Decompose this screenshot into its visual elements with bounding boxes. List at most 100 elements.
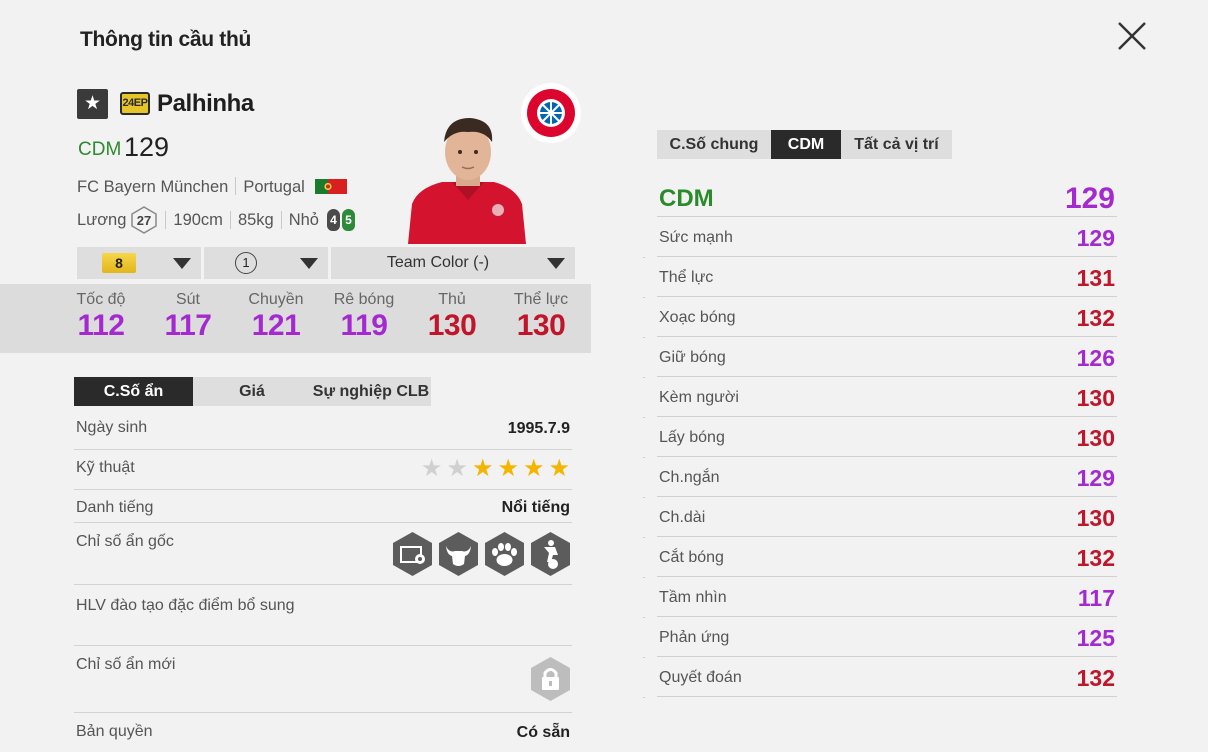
stat-value: 129: [1076, 225, 1115, 251]
divider: [643, 617, 645, 618]
divider: [643, 657, 645, 658]
divider: [643, 417, 645, 418]
tab-price[interactable]: Giá: [193, 377, 311, 406]
player-ovr: 129: [124, 132, 170, 162]
star-icon: ★: [522, 455, 545, 482]
weak-foot-icon: 4: [327, 209, 340, 231]
club-nation-line: FC Bayern München Portugal: [77, 177, 348, 197]
main-stat: Rê bóng 119: [333, 291, 395, 342]
position-stat-row: Tầm nhìn 117: [657, 577, 1117, 617]
position-stat-row: Quyết đoán 132: [657, 657, 1117, 697]
stat-value: 130: [1076, 425, 1115, 451]
position-stat-row: Lấy bóng 130: [657, 417, 1117, 457]
stat-label: Tầm nhìn: [659, 589, 727, 606]
divider: [643, 337, 645, 338]
divider: [643, 697, 645, 698]
position-overall-row: CDM 129: [657, 178, 1117, 217]
club-logo-icon: [521, 83, 581, 143]
stat-label: Ch.dài: [659, 509, 706, 526]
star-icon: ★: [497, 455, 519, 482]
star-icon: ★: [446, 455, 468, 482]
chevron-down-icon: [300, 258, 318, 269]
stat-label: Kèm người: [659, 389, 739, 406]
info-row-new-hidden: Chỉ số ẩn mới: [74, 646, 572, 713]
star-icon: ★: [548, 455, 570, 482]
position-stat-row: Kèm người 130: [657, 377, 1117, 417]
weight-value: 85kg: [237, 210, 274, 229]
divider: [643, 497, 645, 498]
info-row-birth: Ngày sinh 1995.7.9: [74, 416, 572, 450]
player-ball-icon[interactable]: [529, 531, 572, 577]
lock-icon: [531, 657, 570, 701]
paw-icon[interactable]: [483, 531, 526, 577]
divider: [643, 297, 645, 298]
divider: [643, 457, 645, 458]
position-stat-row: Giữ bóng 126: [657, 337, 1117, 377]
salary-badge: 27: [131, 206, 158, 234]
star-icon: ★: [420, 455, 443, 482]
count-dropdown[interactable]: 1: [204, 247, 328, 279]
main-stat: Tốc độ 112: [76, 291, 126, 342]
tab-hidden-stats[interactable]: C.Số ẩn: [74, 377, 193, 406]
main-stat: Chuyền 121: [248, 291, 304, 342]
position-stat-row: Sức mạnh 129: [657, 217, 1117, 257]
tab-general-stats[interactable]: C.Số chung: [657, 130, 771, 159]
club-name: FC Bayern München: [77, 178, 229, 196]
stat-value: 126: [1076, 345, 1115, 371]
divider: [643, 537, 645, 538]
stat-label: Phản ứng: [659, 629, 730, 646]
divider: [643, 577, 645, 578]
season-badge: 24EP: [120, 92, 150, 115]
stat-value: 117: [1077, 585, 1115, 611]
skill-stars: ★ ★ ★ ★ ★ ★: [421, 457, 570, 481]
info-row-reputation: Danh tiếng Nổi tiếng: [74, 490, 572, 523]
favorite-star-icon[interactable]: ★: [77, 89, 108, 119]
stat-value: 129: [1076, 465, 1115, 491]
position-stat-row: Cắt bóng 132: [657, 537, 1117, 577]
player-portrait: [408, 118, 526, 244]
team-color-dropdown[interactable]: Team Color (-): [331, 247, 575, 279]
position-stat-row: Thể lực 131: [657, 257, 1117, 297]
goalkeeper-net-icon[interactable]: [391, 531, 434, 577]
player-position: CDM: [78, 139, 122, 160]
position-stat-row: Phản ứng 125: [657, 617, 1117, 657]
info-row-hidden: Chỉ số ẩn gốc: [74, 523, 572, 585]
height-value: 190cm: [173, 210, 223, 229]
info-tabs: C.Số ẩn Giá Sự nghiệp CLB: [74, 377, 431, 406]
page-title: Thông tin cầu thủ: [80, 28, 252, 51]
upgrade-level-dropdown[interactable]: 8: [77, 247, 201, 279]
nation-name: Portugal: [243, 178, 305, 196]
salary-label: Lương: [77, 210, 127, 229]
tab-all-positions[interactable]: Tất cả vị trí: [841, 130, 952, 159]
info-row-skill: Kỹ thuật ★ ★ ★ ★ ★ ★: [74, 450, 572, 490]
divider: [643, 257, 645, 258]
chevron-down-icon: [547, 258, 565, 269]
info-row-coach: HLV đào tạo đặc điểm bổ sung: [74, 585, 572, 646]
main-stat: Thủ 130: [427, 291, 477, 342]
stat-label: Quyết đoán: [659, 669, 742, 686]
stat-label: Thể lực: [659, 269, 714, 286]
stat-value: 132: [1076, 305, 1115, 331]
main-stats-band: Tốc độ 112 Sút 117 Chuyền 121 Rê bóng 119 Th…: [0, 284, 591, 353]
stat-value: 132: [1076, 665, 1115, 691]
tab-position-cdm[interactable]: CDM: [771, 130, 841, 159]
main-stat: Sút 117: [164, 291, 212, 342]
svg-text:27: 27: [137, 213, 151, 228]
stat-value: 130: [1076, 385, 1115, 411]
bull-icon[interactable]: [437, 531, 480, 577]
position-stat-row: Ch.dài 130: [657, 497, 1117, 537]
star-icon: ★: [471, 455, 494, 482]
count-badge: 1: [235, 252, 257, 274]
upgrade-level-badge: 8: [102, 253, 136, 273]
close-icon[interactable]: [1114, 18, 1150, 54]
stat-label: Ch.ngắn: [659, 469, 720, 486]
stat-value: 125: [1076, 625, 1115, 651]
position-tabs: C.Số chung CDM Tất cả vị trí: [657, 130, 952, 159]
tab-club-career[interactable]: Sự nghiệp CLB: [311, 377, 431, 406]
hidden-trait-icons: [391, 531, 572, 577]
team-color-label: Team Color (-): [386, 254, 490, 271]
physical-line: Lương 27 190cm 85kg Nhỏ 4 5: [77, 206, 355, 234]
stat-value: 131: [1076, 265, 1115, 291]
divider: [643, 377, 645, 378]
stat-label: Lấy bóng: [659, 429, 725, 446]
